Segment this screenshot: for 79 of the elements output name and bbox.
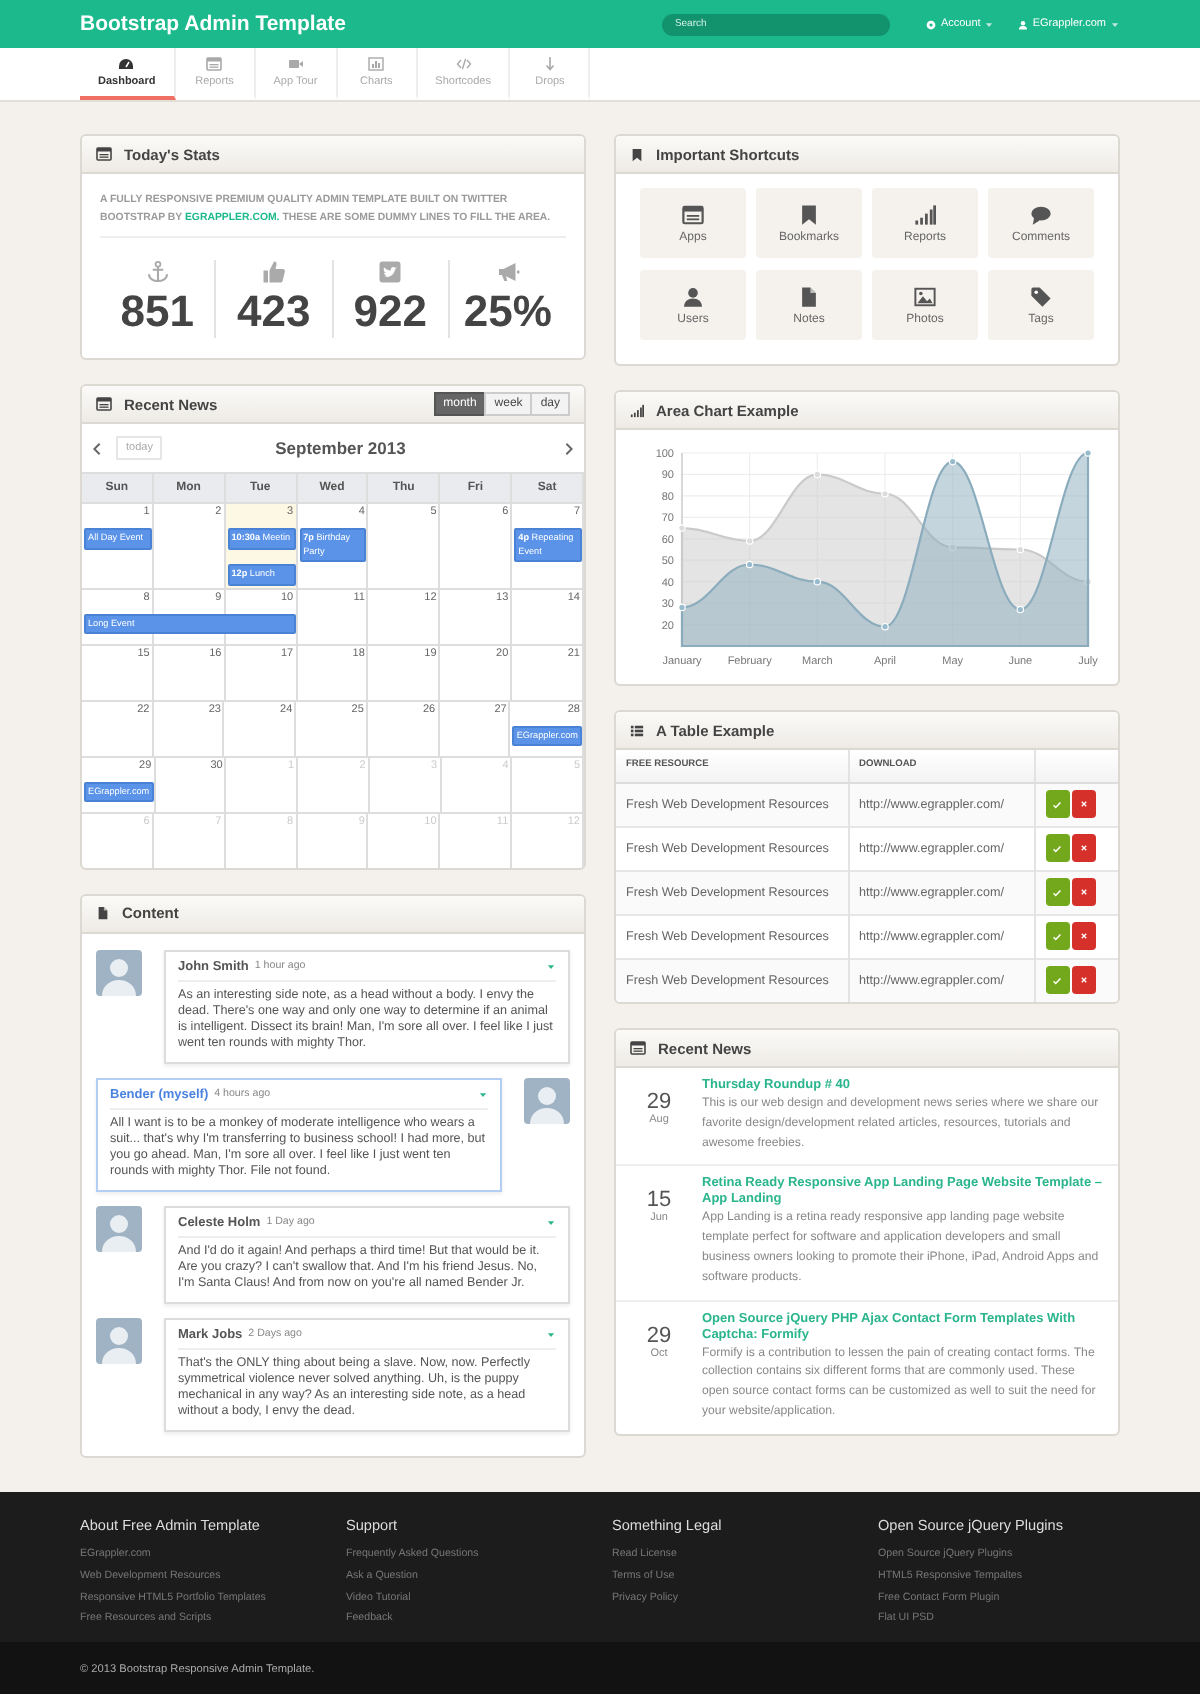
data-point: [1016, 545, 1025, 554]
megaphone-icon: [495, 260, 520, 284]
check-icon: [1052, 887, 1062, 897]
caret-icon: [984, 19, 995, 29]
approve-button[interactable]: [1045, 922, 1069, 950]
delete-button[interactable]: [1071, 878, 1095, 906]
caret-icon: [546, 1217, 556, 1227]
avatar: [96, 949, 142, 995]
data-point: [1016, 605, 1025, 614]
check-icon: [1052, 931, 1062, 941]
image-icon: [914, 285, 936, 307]
caret-icon: [1110, 19, 1120, 29]
close-icon: [1079, 976, 1087, 985]
data-point: [948, 457, 957, 466]
close-icon: [1079, 800, 1087, 808]
caret-icon: [478, 1089, 488, 1099]
approve-button[interactable]: [1045, 790, 1069, 818]
approve-button[interactable]: [1045, 966, 1069, 995]
caret-icon: [546, 1329, 556, 1339]
window-icon: [682, 203, 704, 225]
avatar: [96, 1205, 142, 1251]
news-day: 29: [646, 1323, 672, 1348]
data-point: [813, 577, 822, 586]
approve-button[interactable]: [1045, 834, 1069, 862]
down-arrow-icon: [541, 56, 558, 72]
code-icon: [455, 56, 472, 72]
document-icon: [96, 906, 110, 920]
video-camera-icon: [287, 56, 304, 72]
chevron-left-icon: [90, 441, 104, 455]
check-icon: [1052, 799, 1062, 809]
delete-button[interactable]: [1071, 966, 1095, 995]
stat-value: 922: [353, 286, 427, 338]
list-icon: [630, 723, 644, 737]
avatar: [96, 1317, 142, 1363]
delete-button[interactable]: [1071, 790, 1095, 818]
month-title: September 2013: [273, 438, 408, 458]
user-icon: [682, 285, 704, 307]
data-point: [745, 560, 754, 569]
data-point: [1084, 449, 1092, 457]
gear-icon: [926, 19, 937, 29]
close-icon: [1079, 932, 1087, 940]
bookmark-icon: [630, 147, 644, 161]
bird-icon: [378, 260, 403, 284]
stat-value: 25%: [463, 286, 552, 338]
window-icon: [630, 1040, 646, 1056]
stat-value: 851: [120, 286, 194, 338]
close-icon: [1079, 844, 1087, 852]
stat-value: 423: [237, 286, 311, 338]
approve-button[interactable]: [1045, 878, 1069, 906]
caret-icon: [546, 961, 556, 971]
user-icon: [1018, 19, 1029, 29]
data-point: [678, 603, 686, 612]
bar-chart-icon: [368, 56, 385, 72]
window-icon: [96, 146, 112, 162]
data-point: [881, 622, 889, 631]
avatar: [524, 1077, 570, 1123]
signal-bars-icon: [630, 403, 644, 417]
news-day: 29: [646, 1090, 672, 1114]
data-point: [813, 470, 822, 479]
window-icon: [206, 56, 223, 72]
delete-button[interactable]: [1071, 922, 1095, 950]
speech-bubble-icon: [1030, 203, 1052, 225]
window-icon: [96, 396, 112, 412]
close-icon: [1079, 888, 1087, 896]
news-day: 15: [646, 1188, 672, 1213]
anchor-icon: [145, 260, 170, 284]
gauge-icon: [118, 56, 135, 72]
tag-icon: [1030, 285, 1052, 307]
signal-bars-icon: [914, 203, 936, 225]
thumbs-up-icon: [261, 260, 286, 284]
chevron-right-icon: [562, 441, 576, 455]
data-point: [1084, 577, 1092, 586]
bookmark-icon: [798, 203, 820, 225]
check-icon: [1052, 975, 1062, 986]
data-point: [948, 543, 957, 552]
document-icon: [798, 285, 820, 307]
check-icon: [1052, 843, 1062, 853]
site-title: Bootstrap Admin Template: [80, 12, 349, 36]
delete-button[interactable]: [1071, 834, 1095, 862]
